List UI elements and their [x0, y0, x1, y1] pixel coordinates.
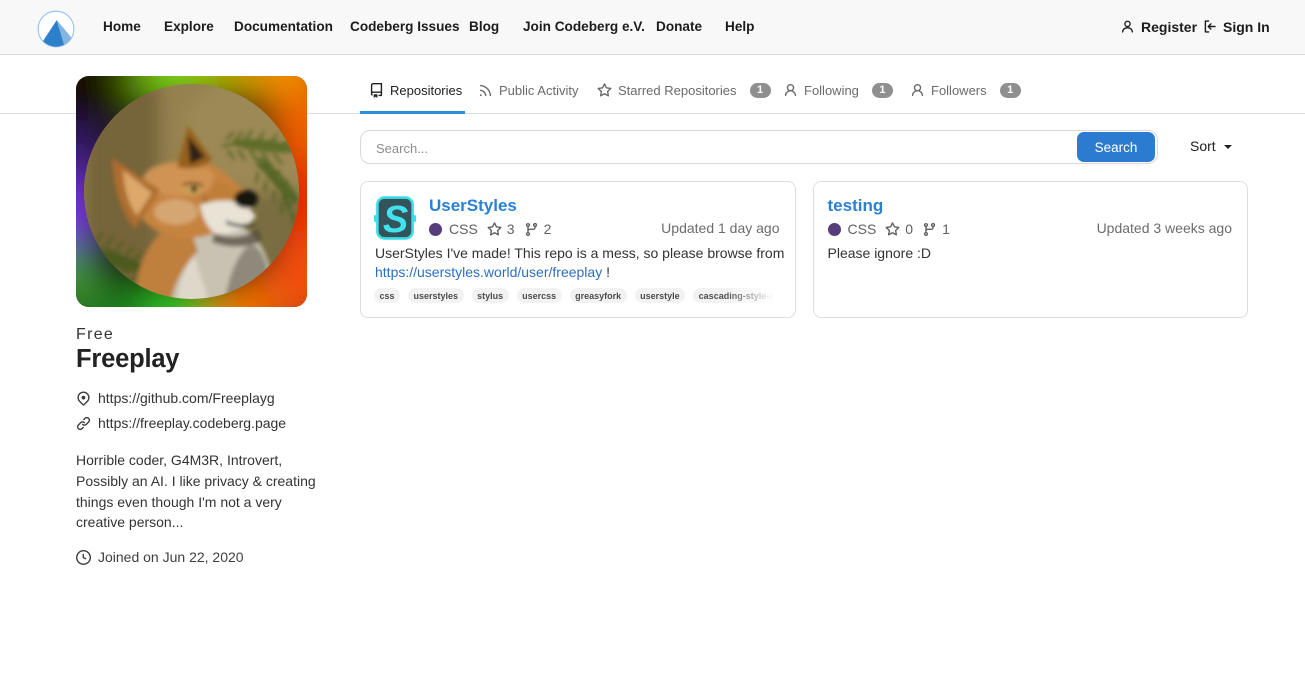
svg-text:S: S: [383, 199, 408, 240]
